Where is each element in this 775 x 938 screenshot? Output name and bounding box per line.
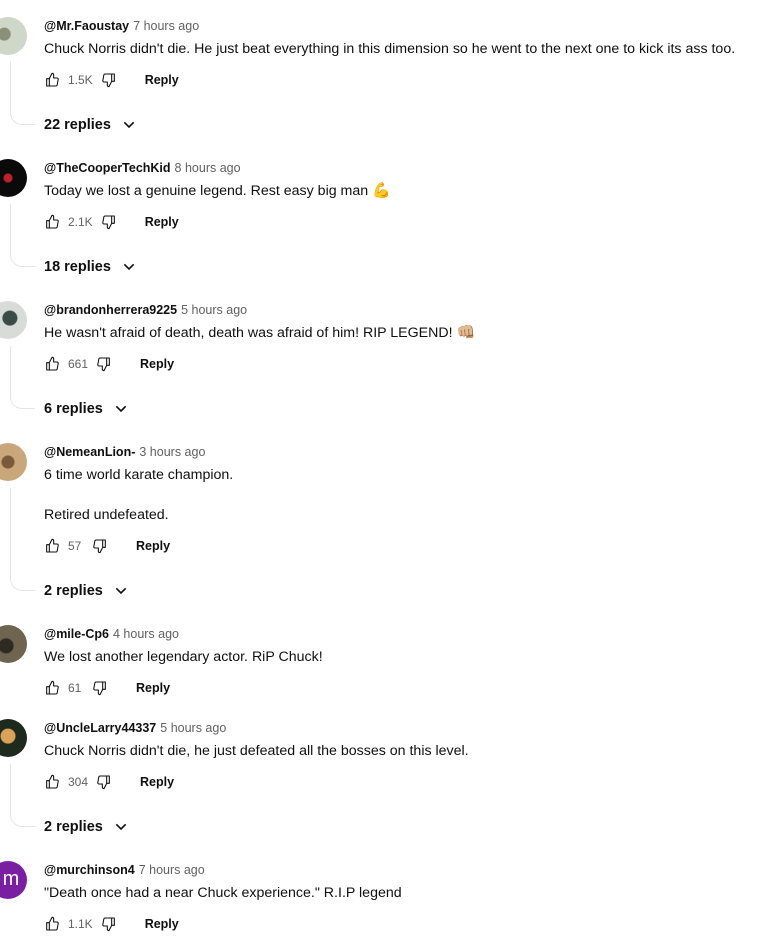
- chevron-down-icon: [115, 823, 127, 831]
- reply-button[interactable]: Reply: [145, 73, 179, 87]
- comment-text: Chuck Norris didn't die, he just defeate…: [44, 743, 469, 759]
- avatar-letter: m: [2, 868, 20, 890]
- comment-timestamp[interactable]: 5 hours ago: [160, 721, 226, 735]
- comment-text: "Death once had a near Chuck experience.…: [44, 885, 402, 901]
- comment-header: @mile-Cp6 4 hours ago: [44, 626, 179, 642]
- thumbs-down-icon[interactable]: [101, 72, 117, 88]
- comment-text: Today we lost a genuine legend. Rest eas…: [44, 183, 369, 199]
- comment-timestamp[interactable]: 7 hours ago: [133, 19, 199, 33]
- avatar[interactable]: [0, 719, 27, 757]
- avatar[interactable]: [0, 443, 27, 481]
- comment-text: Chuck Norris didn't die. He just beat ev…: [44, 41, 736, 57]
- thumbs-down-icon[interactable]: [101, 214, 117, 230]
- comment-header: @TheCooperTechKid 8 hours ago: [44, 160, 241, 176]
- like-count: 61: [68, 681, 82, 695]
- comment-header: @Mr.Faoustay 7 hours ago: [44, 18, 199, 34]
- like-count: 1.1K: [68, 917, 93, 931]
- comment-author[interactable]: @mile-Cp6: [44, 627, 109, 641]
- thread-line: [10, 204, 35, 267]
- comment-text-row: Today we lost a genuine legend. Rest eas…: [44, 181, 391, 201]
- fist-emoji: 👊🏼: [456, 324, 476, 341]
- reply-button[interactable]: Reply: [140, 775, 174, 789]
- view-replies-button[interactable]: 2 replies: [44, 815, 129, 839]
- replies-count: 18 replies: [44, 259, 111, 275]
- reply-button[interactable]: Reply: [140, 357, 174, 371]
- comment-timestamp[interactable]: 3 hours ago: [139, 445, 205, 459]
- comment-header: @UncleLarry44337 5 hours ago: [44, 720, 226, 736]
- avatar[interactable]: [0, 159, 27, 197]
- thumbs-up-icon[interactable]: [44, 214, 60, 230]
- comment-author[interactable]: @brandonherrera9225: [44, 303, 177, 317]
- comment-actions: 57 Reply: [44, 534, 170, 558]
- like-count: 661: [68, 357, 89, 371]
- comment-actions: 2.1K Reply: [44, 210, 179, 234]
- avatar[interactable]: m: [0, 861, 27, 899]
- comment-text: 6 time world karate champion.: [44, 467, 234, 483]
- avatar[interactable]: [0, 301, 27, 339]
- thread-line: [10, 764, 35, 827]
- like-count: 2.1K: [68, 215, 93, 229]
- comment-header: @brandonherrera9225 5 hours ago: [44, 302, 247, 318]
- thumbs-up-icon[interactable]: [44, 916, 60, 932]
- comment-author[interactable]: @Mr.Faoustay: [44, 19, 129, 33]
- thumbs-down-icon[interactable]: [92, 680, 108, 696]
- comment-actions: 1.5K Reply: [44, 68, 179, 92]
- thumbs-up-icon[interactable]: [44, 680, 60, 696]
- chevron-down-icon: [115, 587, 127, 595]
- comment-actions: 304 Reply: [44, 770, 174, 794]
- comment-timestamp[interactable]: 5 hours ago: [181, 303, 247, 317]
- avatar[interactable]: [0, 625, 27, 663]
- thread-line: [10, 488, 35, 591]
- thumbs-up-icon[interactable]: [44, 538, 60, 554]
- view-replies-button[interactable]: 18 replies: [44, 255, 137, 279]
- comment-author[interactable]: @TheCooperTechKid: [44, 161, 171, 175]
- comment-author[interactable]: @NemeanLion-: [44, 445, 135, 459]
- thumbs-up-icon[interactable]: [44, 774, 60, 790]
- comment-author[interactable]: @murchinson4: [44, 863, 135, 877]
- thumbs-down-icon[interactable]: [92, 538, 108, 554]
- thumbs-up-icon[interactable]: [44, 356, 60, 372]
- comment-text: We lost another legendary actor. RiP Chu…: [44, 649, 323, 665]
- replies-count: 2 replies: [44, 583, 103, 599]
- flexed-biceps-emoji: 💪: [372, 182, 391, 199]
- reply-button[interactable]: Reply: [136, 681, 170, 695]
- view-replies-button[interactable]: 22 replies: [44, 113, 137, 137]
- chevron-down-icon: [115, 405, 127, 413]
- replies-count: 2 replies: [44, 819, 103, 835]
- thumbs-down-icon[interactable]: [96, 774, 112, 790]
- comment-timestamp[interactable]: 4 hours ago: [113, 627, 179, 641]
- replies-count: 6 replies: [44, 401, 103, 417]
- comment-author[interactable]: @UncleLarry44337: [44, 721, 156, 735]
- thumbs-up-icon[interactable]: [44, 72, 60, 88]
- like-count: 57: [68, 539, 82, 553]
- comment-header: @NemeanLion- 3 hours ago: [44, 444, 205, 460]
- comment-actions: 1.1K Reply: [44, 912, 179, 936]
- chevron-down-icon: [123, 263, 135, 271]
- view-replies-button[interactable]: 2 replies: [44, 579, 129, 603]
- thumbs-down-icon[interactable]: [101, 916, 117, 932]
- comment-timestamp[interactable]: 7 hours ago: [139, 863, 205, 877]
- reply-button[interactable]: Reply: [145, 215, 179, 229]
- comment-timestamp[interactable]: 8 hours ago: [175, 161, 241, 175]
- like-count: 1.5K: [68, 73, 93, 87]
- chevron-down-icon: [123, 121, 135, 129]
- like-count: 304: [68, 775, 89, 789]
- avatar[interactable]: [0, 17, 27, 55]
- replies-count: 22 replies: [44, 117, 111, 133]
- thread-line: [10, 62, 35, 125]
- view-replies-button[interactable]: 6 replies: [44, 397, 129, 421]
- comment-actions: 661 Reply: [44, 352, 174, 376]
- comment-text-line-2: Retired undefeated.: [44, 507, 169, 523]
- comment-text: He wasn't afraid of death, death was afr…: [44, 325, 453, 341]
- reply-button[interactable]: Reply: [145, 917, 179, 931]
- reply-button[interactable]: Reply: [136, 539, 170, 553]
- thumbs-down-icon[interactable]: [96, 356, 112, 372]
- comment-actions: 61 Reply: [44, 676, 170, 700]
- comment-header: @murchinson4 7 hours ago: [44, 862, 205, 878]
- comment-text-row: He wasn't afraid of death, death was afr…: [44, 323, 475, 343]
- thread-line: [10, 346, 35, 409]
